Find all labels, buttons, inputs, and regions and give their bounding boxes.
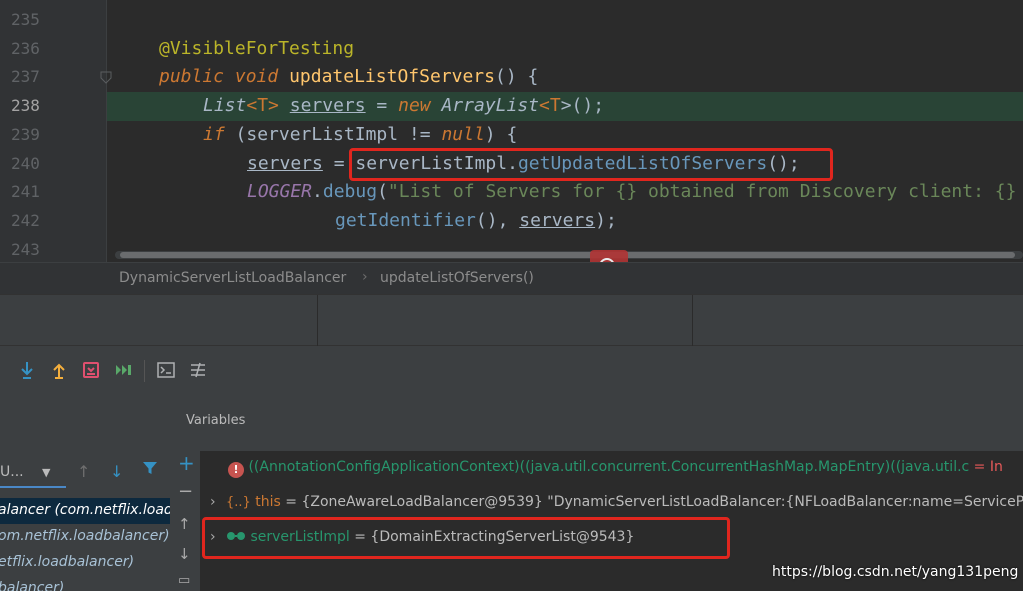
arrow-up-icon[interactable]: ↑ [178,515,191,533]
filter-icon[interactable] [142,460,158,480]
drop-frame-icon [83,362,99,378]
code-line[interactable]: 237 public void updateListOfServers() { [0,63,1023,92]
line-number: 237 [11,67,40,87]
tool-window-tabs-bar [0,294,1023,347]
evaluate-expression-button[interactable] [156,360,176,380]
line-number: 238 [11,96,40,116]
step-out-icon [53,363,65,379]
code-statement: List<T> servers = new ArrayList<T>(); [203,95,605,117]
line-number: 240 [11,153,40,173]
code-line[interactable]: 238 List<T> servers = new ArrayList<T>()… [0,92,1023,121]
variable-expression: ((AnnotationConfigApplicationContext)((j… [248,459,970,475]
divider [317,295,318,347]
line-number: 239 [11,124,40,144]
trace-stream-button[interactable] [188,360,208,380]
variable-value: = {ZoneAwareLoadBalancer@9539} "DynamicS… [280,494,1023,510]
breadcrumb-class[interactable]: DynamicServerListLoadBalancer [119,270,346,286]
frame-list-item[interactable]: om.netflix.loadbalancer) [0,524,170,550]
chevron-right-icon[interactable]: › [210,494,216,510]
run-to-cursor-icon [116,365,131,375]
variable-row[interactable]: › {..} this = {ZoneAwareLoadBalancer@953… [200,488,1023,518]
step-into-icon [21,362,33,379]
code-statement: LOGGER.debug("List of Servers for {} obt… [247,181,1017,203]
variable-name: this [255,494,281,510]
line-number: 242 [11,210,40,230]
divider [692,295,693,347]
fold-icon[interactable] [99,71,113,85]
stream-trace-icon [191,362,205,378]
code-line[interactable]: 242 getIdentifier(), servers); [0,207,1023,236]
frame-list-item[interactable]: etflix.loadbalancer) [0,550,170,576]
line-number: 243 [11,239,40,259]
code-line[interactable]: 235 [0,6,1023,35]
code-line[interactable]: 236 @VisibleForTesting [0,35,1023,64]
variable-row[interactable]: ! ((AnnotationConfigApplicationContext)(… [200,453,1023,483]
code-editor[interactable]: 235 236 @VisibleForTesting 237 public vo… [0,0,1023,262]
add-watch-icon[interactable]: + [178,451,195,475]
step-into-button[interactable] [17,360,37,380]
code-statement: getIdentifier(), servers); [335,209,617,231]
method-declaration: public void updateListOfServers() { [159,66,539,88]
step-out-button[interactable] [49,360,69,380]
drop-frame-button[interactable] [81,360,101,380]
chevron-down-icon: ▼ [42,466,51,479]
debug-toolbar [0,346,1023,394]
toolbar-separator [144,360,145,382]
code-line[interactable]: 239 if (serverListImpl != null) { [0,121,1023,150]
frame-list-item[interactable]: balancer) [0,576,170,591]
frames-panel: U... ▼ ↑ ↓ alancer (com.netflix.loadb om… [0,458,170,591]
variable-value: = In [969,459,1003,475]
run-to-cursor-button[interactable] [114,360,134,380]
scrollbar-thumb[interactable] [120,252,1015,258]
remove-watch-icon[interactable]: − [178,481,193,502]
line-number: 236 [11,38,40,58]
thread-selector-label: U... [0,464,24,480]
arrow-down-icon[interactable]: ↓ [178,545,191,563]
error-icon: ! [228,462,244,478]
breadcrumb-separator: › [362,269,368,285]
object-icon: {..} [226,495,251,510]
variables-header: Variables [186,413,246,428]
code-statement: if (serverListImpl != null) { [203,123,518,145]
line-number: 241 [11,182,40,202]
annotation-highlight-box [202,517,730,559]
copy-icon[interactable]: ▭ [178,573,190,588]
watermark-text: https://blog.csdn.net/yang131peng [772,564,1019,580]
arrow-down-icon[interactable]: ↓ [110,462,123,481]
annotation-highlight-box [349,148,833,181]
calculator-icon [157,362,175,378]
thread-selector[interactable]: U... ▼ [0,458,66,488]
breadcrumb-method[interactable]: updateListOfServers() [380,270,534,286]
annotation-text: @VisibleForTesting [159,37,355,59]
line-number: 235 [11,10,40,29]
code-line[interactable]: 241 LOGGER.debug("List of Servers for {}… [0,178,1023,207]
frame-list-item[interactable]: alancer (com.netflix.loadb [0,498,170,524]
arrow-up-icon[interactable]: ↑ [77,462,90,481]
variables-toolbar: + − ↑ ↓ ▭ [172,451,200,591]
breadcrumb: DynamicServerListLoadBalancer › updateLi… [0,262,1023,294]
